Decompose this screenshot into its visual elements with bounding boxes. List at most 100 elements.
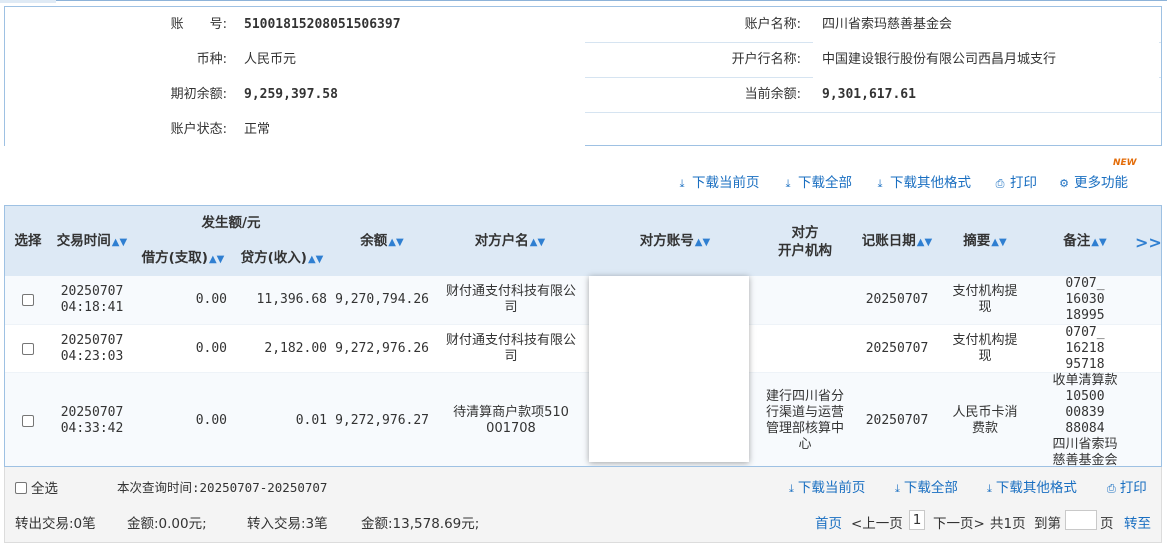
footer-print-button[interactable]: ⎙ 打印 — [1107, 476, 1147, 496]
download-icon: ⤓ — [895, 482, 900, 495]
remark: 收单清算款 10500 00839 88084 四川省索玛 慈善基金会 — [1035, 373, 1135, 466]
sort-icon[interactable]: ▲▼ — [308, 254, 323, 265]
sort-icon[interactable]: ▲▼ — [991, 237, 1006, 248]
header-summary-label: 摘要 — [963, 233, 991, 249]
summary-line-2: 现 — [978, 349, 992, 364]
sort-icon[interactable]: ▲▼ — [388, 237, 403, 248]
credit-amount: 0.01 — [295, 413, 327, 428]
print-button[interactable]: ⎙ 打印 — [994, 172, 1037, 195]
gear-icon: ⚙ — [1059, 177, 1069, 190]
row-checkbox[interactable] — [22, 343, 34, 355]
download-all-label: 下载全部 — [798, 175, 852, 191]
download-page-label: 下载当前页 — [692, 175, 760, 191]
account-name-value: 四川省索玛慈善基金会 — [813, 7, 1159, 42]
counterparty-name: 待清算商户款项510 001708 — [437, 373, 585, 466]
footer-download-other-label: 下载其他格式 — [995, 480, 1077, 496]
more-functions-button[interactable]: ⚙ 更多功能 — [1058, 172, 1128, 195]
transaction-table: 选择 交易时间▲▼ 发生额/元 借方(支取)▲▼ 贷方(收入)▲▼ 余额▲▼ 对… — [4, 205, 1162, 467]
header-time[interactable]: 交易时间▲▼ — [49, 232, 135, 252]
current-page-number: 1 — [909, 510, 925, 530]
header-credit[interactable]: 贷方(收入)▲▼ — [235, 249, 329, 269]
header-debit[interactable]: 借方(支取)▲▼ — [137, 249, 229, 269]
remark-line-2: 16030 — [1065, 292, 1105, 307]
print-label: 打印 — [1010, 175, 1037, 191]
bank-line-3: 管理部核算中 — [765, 421, 844, 436]
summary-line-1: 人民币卡消 — [952, 405, 1018, 420]
bank-name-value: 中国建设银行股份有限公司西昌月城支行 — [813, 42, 1159, 77]
download-icon: ⤓ — [877, 177, 883, 190]
download-other-button[interactable]: ⤓ 下载其他格式 — [874, 172, 971, 195]
opening-balance-value: 9,259,397.58 — [235, 77, 585, 112]
download-page-button[interactable]: ⤓ 下载当前页 — [676, 172, 760, 195]
goto-button[interactable]: 转至 — [1124, 512, 1151, 532]
current-balance-value: 9,301,617.61 — [813, 77, 1159, 112]
post-date: 20250707 — [865, 292, 929, 307]
counterparty-name: 财付通支付科技有限公司 — [437, 325, 585, 373]
remark-line-5: 四川省索玛 — [1052, 437, 1118, 452]
summary: 支付机构提现 — [941, 325, 1029, 373]
remark-line-1: 0707_ — [1065, 276, 1105, 291]
more-functions-label: 更多功能 — [1074, 175, 1128, 191]
active-tab-segment[interactable] — [0, 0, 56, 3]
sort-icon[interactable]: ▲▼ — [530, 237, 545, 248]
counterparty-line-2: 001708 — [486, 421, 536, 436]
row-select-cell — [9, 373, 47, 466]
counterparty-line-2: 司 — [504, 349, 518, 364]
counterparty-line-2: 司 — [504, 300, 518, 315]
time-date: 20250707 — [60, 333, 124, 348]
select-all-checkbox[interactable] — [15, 482, 27, 494]
transaction-time: 20250707 04:23:03 — [49, 325, 135, 373]
footer-download-page-button[interactable]: ⤓ 下载当前页 — [789, 476, 865, 496]
header-remark[interactable]: 备注▲▼ — [1045, 232, 1125, 252]
page-unit: 页 — [1100, 516, 1114, 532]
more-columns-arrow[interactable]: >> — [1135, 233, 1161, 252]
header-post-date[interactable]: 记账日期▲▼ — [857, 232, 937, 252]
table-row[interactable]: 20250707 04:33:42 0.00 0.01 9,272,976.27 … — [5, 372, 1161, 466]
sort-icon[interactable]: ▲▼ — [209, 254, 224, 265]
summary: 人民币卡消 费款 — [941, 373, 1029, 466]
table-footer: 全选 本次查询时间:20250707-20250707 ⤓ 下载当前页 ⤓ 下载全部… — [4, 467, 1162, 543]
header-select: 选择 — [14, 233, 42, 249]
table-row[interactable]: 20250707 04:18:41 0.00 11,396.68 9,270,79… — [5, 276, 1161, 324]
first-page-link[interactable]: 首页 — [815, 512, 842, 532]
row-checkbox[interactable] — [22, 415, 34, 427]
summary-line-2: 费款 — [971, 421, 998, 436]
header-counterparty-account[interactable]: 对方账号▲▼ — [615, 232, 735, 252]
sort-icon[interactable]: ▲▼ — [917, 237, 932, 248]
header-counterparty-name[interactable]: 对方户名▲▼ — [435, 232, 585, 252]
footer-print-label: 打印 — [1119, 480, 1147, 496]
next-page-link[interactable]: 下一页> — [933, 512, 985, 532]
header-bank-line-1: 对方 — [791, 225, 819, 241]
sort-icon[interactable]: ▲▼ — [112, 237, 127, 248]
counterparty-bank — [759, 325, 851, 373]
header-balance-label: 余额 — [360, 233, 388, 249]
counterparty-line-1: 待清算商户款项510 — [453, 405, 569, 420]
download-all-button[interactable]: ⤓ 下载全部 — [782, 172, 852, 195]
footer-download-other-button[interactable]: ⤓ 下载其他格式 — [987, 476, 1077, 496]
download-other-label: 下载其他格式 — [890, 175, 971, 191]
sort-icon[interactable]: ▲▼ — [1091, 237, 1106, 248]
header-balance[interactable]: 余额▲▼ — [335, 232, 429, 252]
row-checkbox[interactable] — [22, 294, 34, 306]
goto-page-input[interactable] — [1065, 510, 1097, 530]
debit-amount: 0.00 — [195, 341, 227, 356]
table-row[interactable]: 20250707 04:23:03 0.00 2,182.00 9,272,976… — [5, 324, 1161, 373]
total-pages: 共1页 — [990, 516, 1026, 532]
remark: 0707_ 16218 95718 — [1035, 325, 1135, 373]
footer-download-all-button[interactable]: ⤓ 下载全部 — [895, 476, 958, 496]
top-toolbar: ⤓ 下载当前页 ⤓ 下载全部 ⤓ 下载其他格式 ⎙ 打印 ⚙ 更多功能 — [0, 172, 1167, 194]
header-counterparty-name-label: 对方户名 — [474, 233, 529, 249]
post-date: 20250707 — [865, 341, 929, 356]
time-clock: 04:18:41 — [60, 300, 124, 315]
remark-line-3: 00839 — [1065, 405, 1105, 420]
row-select-cell — [9, 325, 47, 373]
sort-icon[interactable]: ▲▼ — [695, 237, 710, 248]
printer-icon: ⎙ — [1107, 482, 1116, 495]
prev-page-link[interactable]: <上一页 — [851, 512, 903, 532]
bank-line-2: 行渠道与运营 — [765, 405, 844, 420]
select-all[interactable]: 全选 — [15, 477, 58, 497]
header-summary[interactable]: 摘要▲▼ — [945, 232, 1025, 252]
download-icon: ⤓ — [987, 482, 992, 495]
remark-line-1: 收单清算款 — [1052, 373, 1118, 388]
counterparty-line-1: 财付通支付科技有限公 — [445, 284, 576, 299]
